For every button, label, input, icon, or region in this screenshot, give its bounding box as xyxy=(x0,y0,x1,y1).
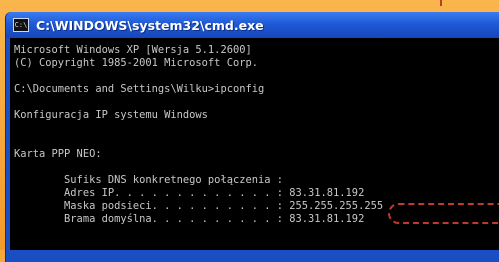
cmd-icon-label: C:\ xyxy=(14,20,28,29)
console-line: C:\Documents and Settings\Wilku>ipconfig xyxy=(14,83,265,95)
window-title: C:\WINDOWS\system32\cmd.exe xyxy=(36,17,264,33)
window-titlebar[interactable]: C:\ C:\WINDOWS\system32\cmd.exe xyxy=(6,12,499,38)
console-line: Karta PPP NEO: xyxy=(14,148,102,160)
ip-address-highlight xyxy=(388,203,499,224)
console-line: (C) Copyright 1985-2001 Microsoft Corp. xyxy=(14,57,258,69)
console-line: Adres IP. . . . . . . . . . . . . : 83.3… xyxy=(14,187,365,199)
cmd-window: C:\ C:\WINDOWS\system32\cmd.exe Microsof… xyxy=(6,12,499,262)
console-line: Microsoft Windows XP [Wersja 5.1.2600] xyxy=(14,44,252,56)
cmd-app-icon[interactable]: C:\ xyxy=(13,18,29,32)
console-line: Konfiguracja IP systemu Windows xyxy=(14,109,208,121)
console-line: Sufiks DNS konkretnego połączenia : xyxy=(14,174,283,186)
